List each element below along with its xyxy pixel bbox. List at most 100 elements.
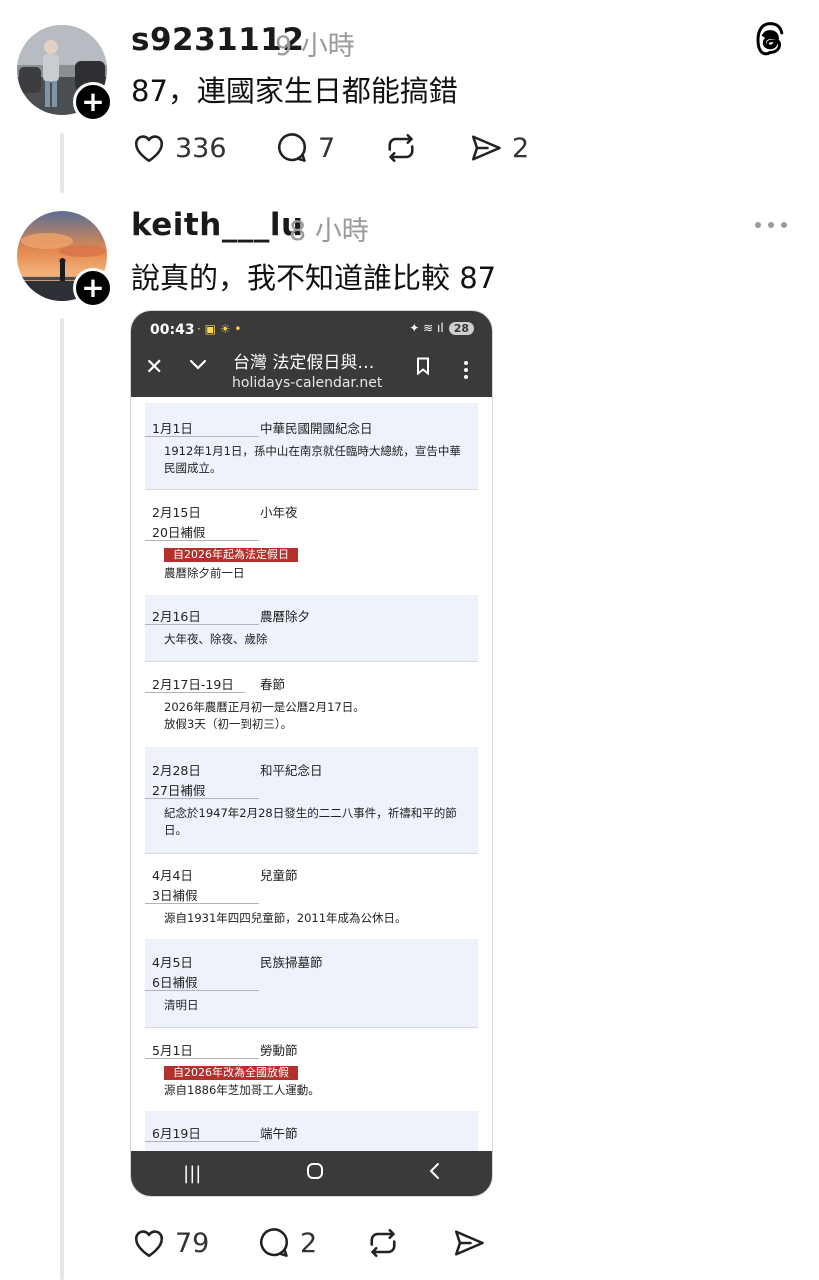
holiday-date: 2月28日 [152, 763, 201, 778]
post-text: 說真的，我不知道誰比較 87 [131, 261, 497, 295]
divider [145, 692, 245, 693]
holiday-date: 5月1日 [152, 1043, 193, 1058]
holiday-desc: 紀念於1947年2月28日發生的二二八事件，祈禱和平的節日。 [164, 806, 457, 837]
post-text: 87，連國家生日都能搞錯 [131, 74, 458, 108]
holiday-date: 2月17日-19日 [152, 677, 234, 692]
reply-button[interactable]: 2 [256, 1225, 317, 1261]
plus-icon: + [81, 85, 105, 118]
android-nav-bar: ||| [131, 1151, 492, 1196]
holiday-desc: 清明日 [164, 998, 199, 1012]
status-badge: 自2026年起為法定假日 [164, 548, 298, 562]
home-icon[interactable] [306, 1162, 324, 1185]
post-time: 8 小時 [289, 216, 369, 247]
plus-icon: + [81, 271, 105, 304]
holiday-desc: 源自1886年芝加哥工人運動。 [164, 1083, 320, 1097]
thread-line [60, 133, 64, 193]
reply-button[interactable]: 7 [274, 130, 335, 166]
holiday-date: 2月15日 [152, 505, 201, 520]
heart-icon [134, 135, 164, 163]
comment-icon [260, 1228, 289, 1257]
page-title: 台灣 法定假日與… [233, 353, 375, 373]
divider [145, 436, 259, 437]
repost-button[interactable] [383, 130, 419, 166]
list-item: 5月1日 勞動節 自2026年改為全國放假 源自1886年芝加哥工人運動。 [145, 1027, 478, 1112]
holiday-name: 中華民國開國紀念日 [260, 421, 373, 436]
share-button[interactable]: 2 [468, 130, 529, 166]
holiday-substitute: 27日補假 [152, 783, 206, 798]
divider [145, 1141, 259, 1142]
holiday-date: 6月19日 [152, 1126, 201, 1141]
reply-count: 2 [300, 1227, 318, 1259]
repost-button[interactable] [365, 1225, 401, 1261]
holiday-date: 2月16日 [152, 609, 201, 624]
page-url[interactable]: holidays-calendar.net [232, 375, 382, 391]
share-icon [471, 135, 501, 161]
divider [145, 798, 259, 799]
holiday-substitute: 20日補假 [152, 525, 206, 540]
more-icon[interactable] [755, 222, 787, 228]
list-item: 4月5日 6日補假 民族掃墓節 清明日 [145, 939, 478, 1028]
divider [145, 903, 259, 904]
heart-icon [134, 1230, 164, 1258]
holiday-name: 民族掃墓節 [260, 955, 323, 970]
share-count: 2 [512, 132, 530, 164]
holiday-name: 農曆除夕 [260, 609, 311, 624]
like-button[interactable]: 79 [131, 1225, 209, 1261]
holiday-desc: 1912年1月1日，孫中山在南京就任臨時大總統，宣告中華民國成立。 [164, 444, 461, 475]
holiday-name: 兒童節 [260, 868, 298, 883]
holiday-list: 1月1日 中華民國開國紀念日 1912年1月1日，孫中山在南京就任臨時大總統，宣… [131, 397, 492, 1151]
share-icon [454, 1230, 484, 1256]
divider [145, 540, 259, 541]
holiday-date: 4月5日 [152, 955, 193, 970]
divider [145, 990, 259, 991]
holiday-date: 1月1日 [152, 421, 193, 436]
follow-button[interactable]: + [73, 82, 113, 122]
comment-icon [278, 133, 307, 162]
status-right: ✦ ≋ ıl 28 [409, 321, 474, 335]
follow-button[interactable]: + [73, 268, 113, 308]
repost-icon [370, 1228, 396, 1258]
list-item: 2月15日 20日補假 小年夜 自2026年起為法定假日 農曆除夕前一日 [145, 489, 478, 596]
holiday-name: 勞動節 [260, 1043, 298, 1058]
holiday-substitute: 3日補假 [152, 888, 198, 903]
list-item: 4月4日 3日補假 兒童節 源自1931年四四兒童節，2011年成為公休日。 [145, 853, 478, 940]
holiday-desc: 農曆除夕前一日 [164, 566, 245, 580]
holiday-name: 小年夜 [260, 505, 298, 520]
holiday-desc: 大年夜、除夜、歲除 [164, 632, 268, 646]
list-item: 2月17日-19日 春節 2026年農曆正月初一是公曆2月17日。 放假3天（初… [145, 661, 478, 748]
share-button[interactable] [451, 1225, 487, 1261]
attached-screenshot[interactable]: 00:43 · ▣ ☀ • ✦ ≋ ıl 28 ✕ 台灣 法定假日與… holi… [131, 311, 492, 1196]
post-time: 9 小時 [275, 31, 355, 62]
list-item: 2月28日 27日補假 和平紀念日 紀念於1947年2月28日發生的二二八事件，… [145, 747, 478, 854]
close-icon[interactable]: ✕ [145, 355, 163, 380]
list-item: 2月16日 農曆除夕 大年夜、除夜、歲除 [145, 595, 478, 662]
battery-level: 28 [448, 321, 474, 335]
threads-logo-icon[interactable] [752, 22, 788, 62]
like-button[interactable]: 336 [131, 130, 227, 166]
username[interactable]: keith___lu [131, 207, 304, 243]
list-item: 6月19日 端午節 [145, 1111, 478, 1151]
chevron-down-icon[interactable] [189, 355, 207, 376]
holiday-name: 春節 [260, 677, 286, 692]
like-count: 336 [175, 132, 227, 164]
browser-header: 00:43 · ▣ ☀ • ✦ ≋ ıl 28 ✕ 台灣 法定假日與… holi… [131, 311, 492, 397]
holiday-desc: 2026年農曆正月初一是公曆2月17日。 放假3天（初一到初三）。 [164, 700, 365, 731]
divider [145, 1058, 259, 1059]
status-time: 00:43 [150, 322, 195, 338]
reply-count: 7 [318, 132, 336, 164]
holiday-substitute: 6日補假 [152, 975, 198, 990]
repost-icon [388, 133, 414, 163]
kebab-menu-icon[interactable] [464, 361, 468, 379]
holiday-date: 4月4日 [152, 868, 193, 883]
recents-icon[interactable]: ||| [183, 1163, 201, 1184]
thread-line [60, 318, 64, 1280]
status-icons: · ▣ ☀ • [197, 322, 242, 336]
back-icon[interactable] [428, 1162, 440, 1185]
holiday-name: 端午節 [260, 1126, 298, 1141]
bookmark-icon[interactable] [416, 357, 430, 379]
list-item: 1月1日 中華民國開國紀念日 1912年1月1日，孫中山在南京就任臨時大總統，宣… [145, 403, 478, 490]
divider [145, 624, 259, 625]
holiday-name: 和平紀念日 [260, 763, 323, 778]
like-count: 79 [175, 1227, 210, 1259]
holiday-desc: 源自1931年四四兒童節，2011年成為公休日。 [164, 911, 407, 925]
